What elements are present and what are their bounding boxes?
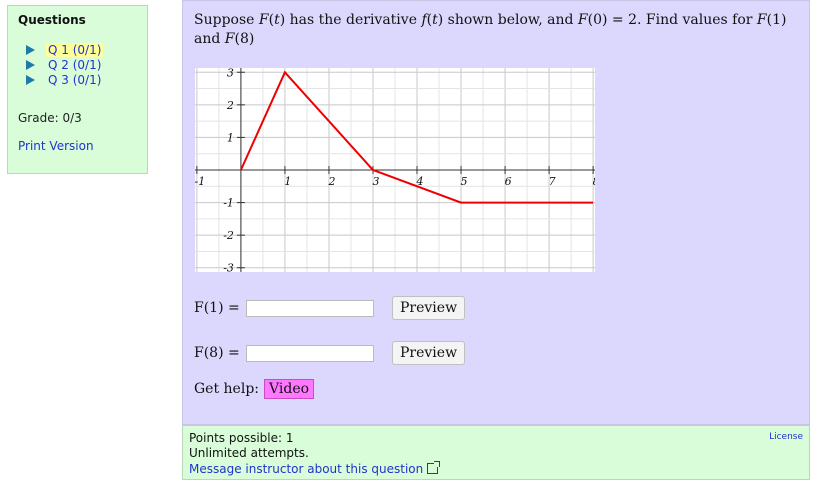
question-text-part: (0) = 2. Find values for	[587, 12, 757, 28]
y-tick-label: 3	[227, 68, 234, 79]
print-version-link[interactable]: Print Version	[18, 139, 94, 153]
question-text-part: ) has the derivative	[279, 12, 422, 28]
y-tick-label: 2	[226, 99, 234, 112]
question-text-part: ) shown below, and	[437, 12, 578, 28]
x-tick-label: 8	[593, 175, 595, 188]
questions-sidebar: Questions Q 1 (0/1) Q 2 (0/1) Q 3 (0/1) …	[7, 5, 148, 174]
x-tick-label: 1	[284, 175, 291, 188]
x-tick-label: 7	[549, 175, 556, 188]
answer-row-f8: F(8) = Preview	[194, 341, 466, 365]
get-help: Get help: Video	[194, 379, 315, 399]
answer-input-f1[interactable]	[246, 299, 374, 317]
preview-button-f1[interactable]: Preview	[392, 296, 466, 320]
question-item[interactable]: Q 3 (0/1)	[26, 72, 103, 87]
question-list: Q 1 (0/1) Q 2 (0/1) Q 3 (0/1)	[26, 42, 104, 87]
message-instructor[interactable]: Message instructor about this question	[189, 461, 441, 476]
x-tick-label: 5	[461, 175, 468, 188]
grade-text: Grade: 0/3	[18, 111, 82, 125]
question-panel: Suppose F(t) has the derivative f(t) sho…	[182, 0, 810, 425]
question-link-3[interactable]: Q 3 (0/1)	[46, 73, 103, 87]
triangle-right-icon	[26, 74, 35, 85]
video-button[interactable]: Video	[264, 379, 315, 399]
x-tick-label: -1	[195, 175, 205, 188]
external-link-icon	[427, 461, 441, 474]
license-link[interactable]: License	[769, 432, 803, 442]
y-tick-label: -2	[223, 229, 234, 242]
preview-button-f8[interactable]: Preview	[392, 341, 466, 365]
question-link-1[interactable]: Q 1 (0/1)	[46, 42, 104, 57]
x-tick-label: 2	[327, 175, 335, 188]
points-possible: Points possible: 1	[189, 431, 294, 445]
question-text-part: F	[756, 12, 767, 28]
help-label: Get help:	[194, 381, 260, 397]
answer-input-f8[interactable]	[246, 344, 374, 362]
sidebar-title: Questions	[18, 13, 86, 27]
question-item[interactable]: Q 1 (0/1)	[26, 42, 104, 57]
answer-row-f1: F(1) = Preview	[194, 296, 466, 320]
attempts-info: Unlimited attempts.	[189, 446, 309, 460]
triangle-right-icon	[26, 44, 35, 55]
message-instructor-link[interactable]: Message instructor about this question	[189, 462, 423, 476]
answer-label-f8: F(8) =	[194, 345, 240, 361]
question-text-part: F	[258, 12, 269, 28]
question-text-part: F	[224, 31, 235, 47]
question-text: Suppose F(t) has the derivative f(t) sho…	[194, 11, 794, 49]
question-text-part: F	[577, 12, 588, 28]
question-text-part: Suppose	[194, 12, 259, 28]
question-footer: Points possible: 1 Unlimited attempts. M…	[182, 425, 810, 480]
question-item[interactable]: Q 2 (0/1)	[26, 57, 103, 72]
y-tick-label: -3	[223, 262, 234, 272]
x-tick-label: 3	[372, 175, 379, 188]
x-tick-label: 6	[505, 175, 512, 188]
triangle-right-icon	[26, 59, 35, 70]
y-tick-label: 1	[227, 131, 234, 144]
y-tick-label: -1	[223, 197, 234, 210]
question-link-2[interactable]: Q 2 (0/1)	[46, 58, 103, 72]
derivative-graph: -112345678-3-2-1123	[195, 68, 595, 272]
answer-label-f1: F(1) =	[194, 300, 240, 316]
question-text-part: (8)	[234, 31, 255, 47]
